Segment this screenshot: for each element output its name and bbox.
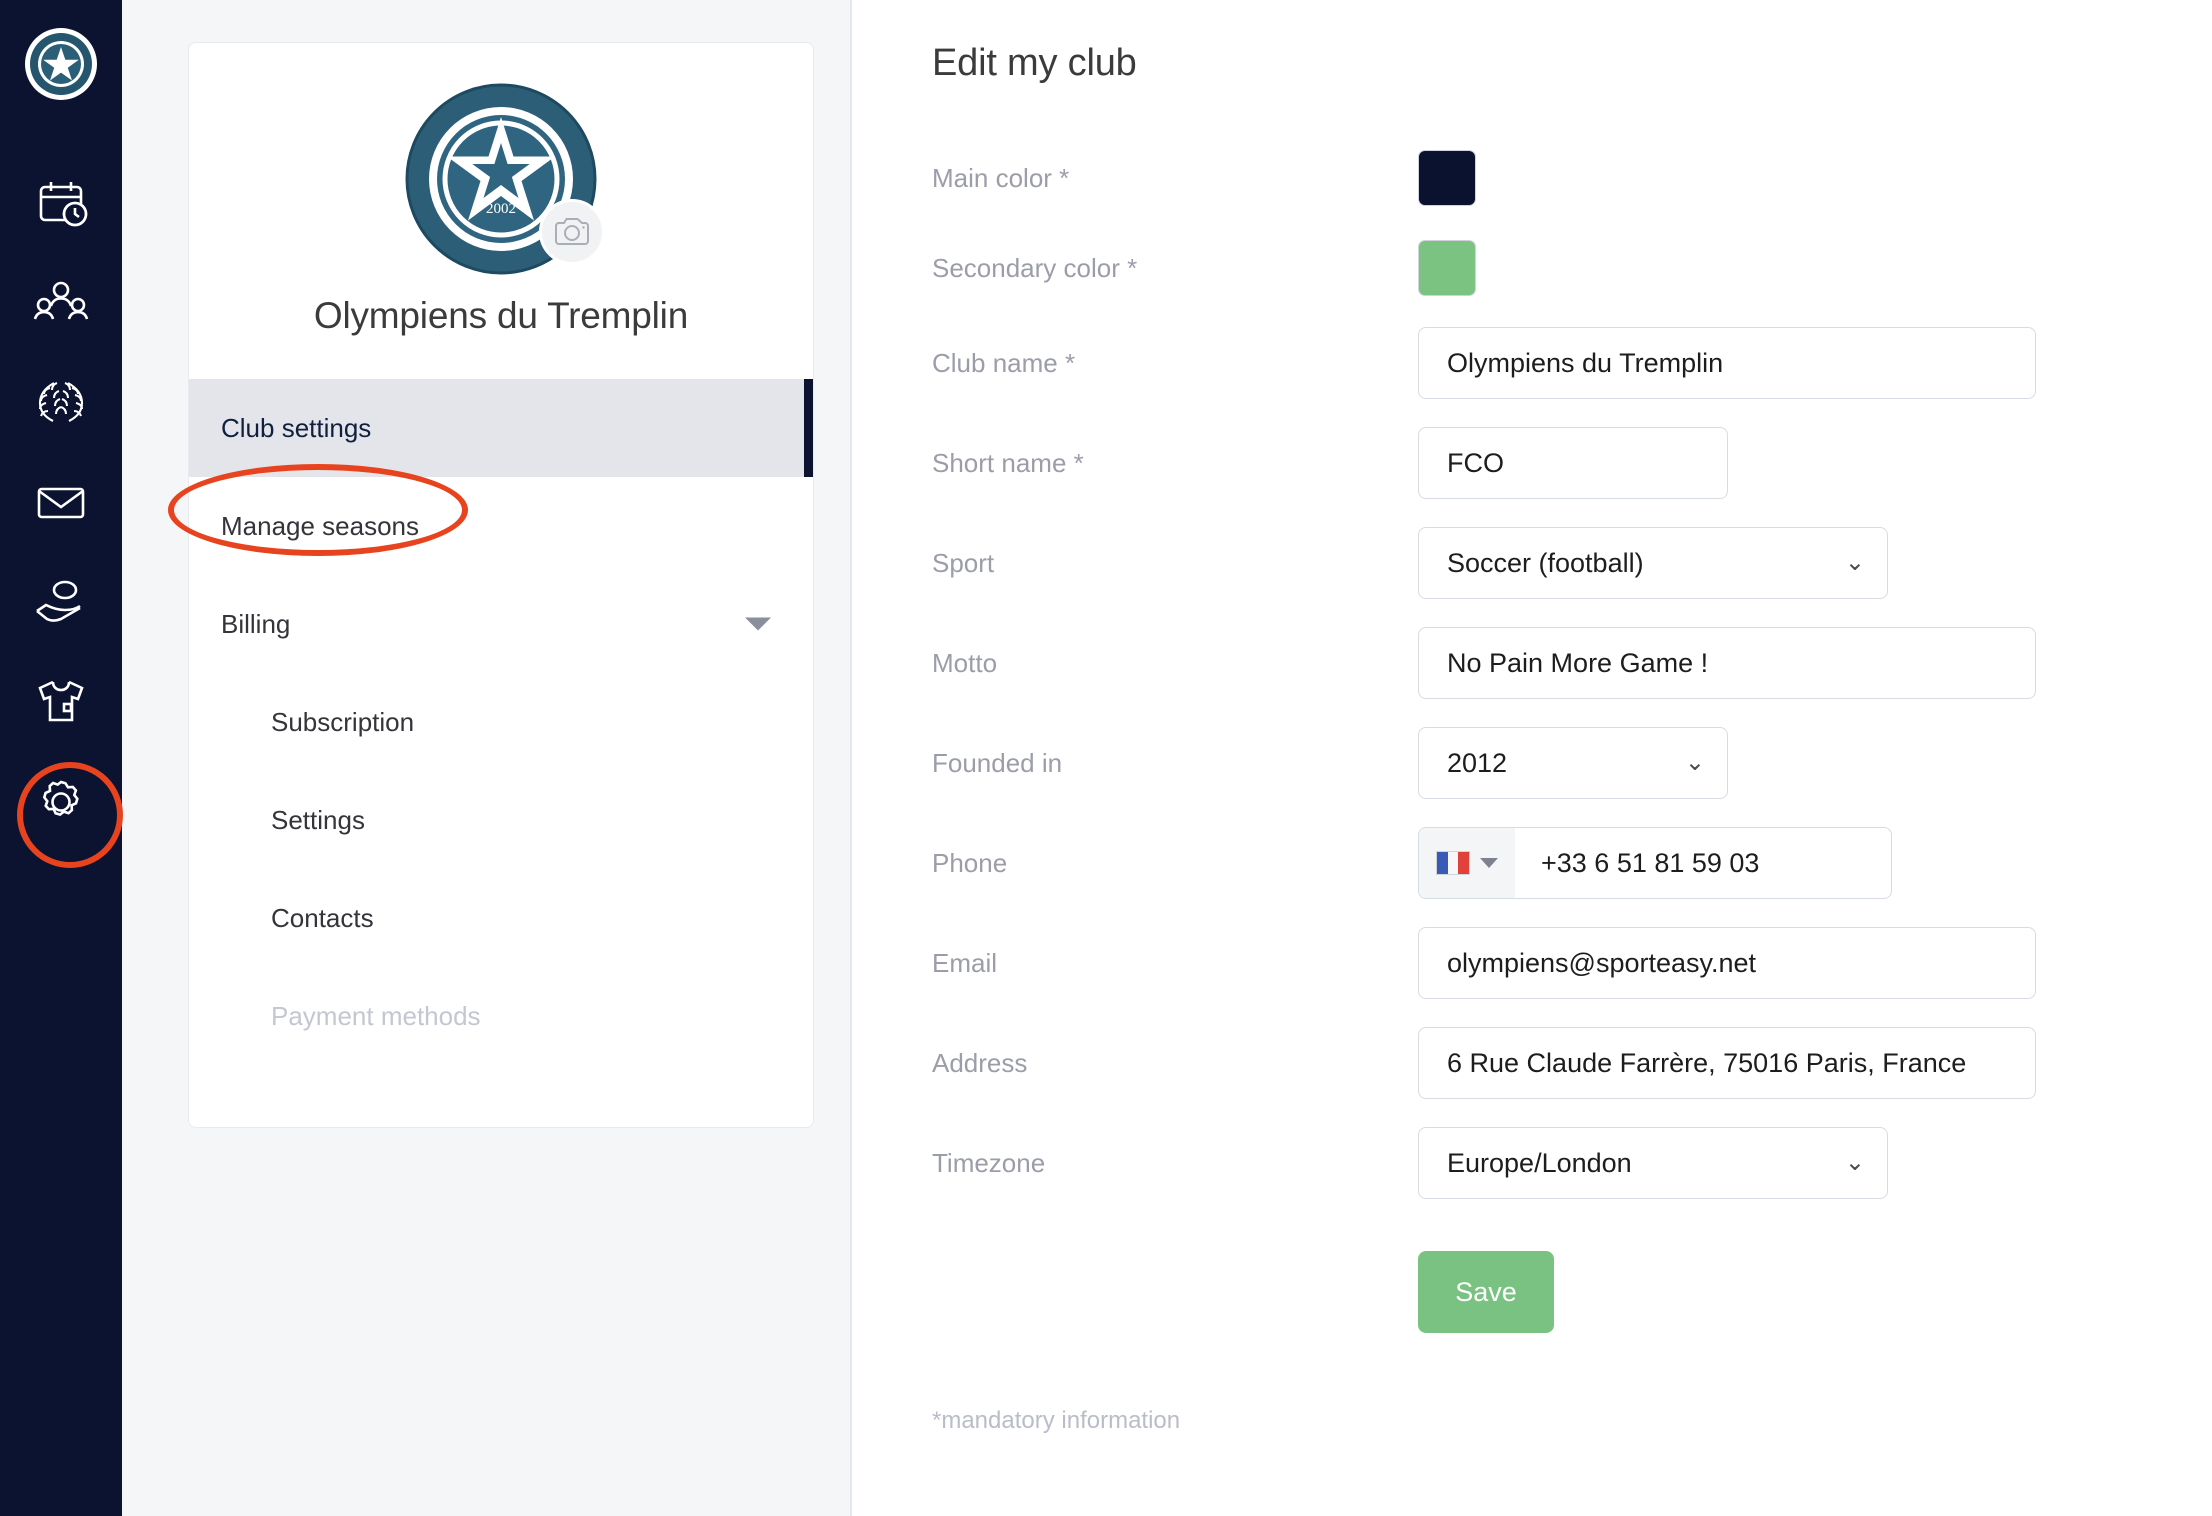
field-row-address: Address 6 Rue Claude Farrère, 75016 Pari… [932,1027,2212,1099]
club-panel-column: OLYMPIENS OLYMPIENS 2002 Olympiens du Tr… [122,0,852,1516]
menu-bottom-spacer [189,1065,813,1127]
secondary-color-swatch[interactable] [1418,240,1476,296]
menu-item-label: Payment methods [271,1000,481,1031]
hand-coin-icon [36,580,81,622]
menu-item-label: Settings [271,804,365,835]
club-name-value: Olympiens du Tremplin [1447,347,1724,378]
sport-select[interactable]: Soccer (football) ⌄ [1418,527,1888,599]
email-label: Email [932,947,998,978]
chevron-down-icon [745,617,771,631]
field-row-phone: Phone +33 6 51 81 59 03 [932,827,2212,899]
club-name-label: Club name * [932,347,1076,378]
menu-item-club-settings[interactable]: Club settings [189,379,813,477]
calendar-clock-icon [39,182,88,227]
menu-item-label: Club settings [221,412,372,443]
phone-label: Phone [932,847,1008,878]
founded-in-select[interactable]: 2012 ⌄ [1418,727,1728,799]
chevron-down-icon: ⌄ [1684,749,1705,776]
timezone-select[interactable]: Europe/London ⌄ [1418,1127,1888,1199]
short-name-label: Short name * [932,447,1084,478]
sidebar-item-payments[interactable] [0,552,122,652]
club-card: OLYMPIENS OLYMPIENS 2002 Olympiens du Tr… [188,42,814,1128]
field-row-club-name: Club name * Olympiens du Tremplin [932,327,2212,399]
menu-item-label: Manage seasons [221,510,420,541]
sport-value: Soccer (football) [1447,547,1644,578]
timezone-value: Europe/London [1447,1147,1632,1178]
field-row-main-color: Main color * [932,147,2212,209]
gear-settings-icon [42,780,79,817]
camera-icon [555,218,589,245]
sidebar-item-competitions[interactable] [0,352,122,452]
tshirt-jersey-icon [38,680,84,722]
short-name-input[interactable]: FCO [1418,427,1728,499]
email-input[interactable]: olympiens@sporteasy.net [1418,927,2036,999]
email-value: olympiens@sporteasy.net [1447,947,1757,978]
field-row-founded-in: Founded in 2012 ⌄ [932,727,2212,799]
field-row-sport: Sport Soccer (football) ⌄ [932,527,2212,599]
crest-year-text: 2002 [486,201,516,217]
phone-input[interactable]: +33 6 51 81 59 03 [1515,828,1891,898]
upload-logo-button[interactable] [539,199,605,265]
app-root: OLYMPIENS OLYMPIENS 2002 Olympiens du Tr… [0,0,2212,1516]
motto-label: Motto [932,647,998,678]
menu-item-contacts[interactable]: Contacts [189,869,813,967]
field-row-short-name: Short name * FCO [932,427,2212,499]
field-row-motto: Motto No Pain More Game ! [932,627,2212,699]
chevron-down-icon [1480,858,1498,868]
field-row-email: Email olympiens@sporteasy.net [932,927,2212,999]
sport-label: Sport [932,547,995,578]
save-row: Save [932,1251,2212,1333]
sidebar-item-members[interactable] [0,252,122,352]
menu-item-subscription[interactable]: Subscription [189,673,813,771]
short-name-value: FCO [1447,447,1504,478]
phone-country-select[interactable] [1419,828,1515,898]
sidebar-item-messages[interactable] [0,452,122,552]
founded-in-label: Founded in [932,747,1063,778]
sidebar-item-calendar[interactable] [0,152,122,252]
menu-item-manage-seasons[interactable]: Manage seasons [189,477,813,575]
motto-value: No Pain More Game ! [1447,647,1709,678]
primary-nav-rail [0,0,122,1516]
france-flag-icon [1436,851,1470,875]
timezone-label: Timezone [932,1147,1046,1178]
main-color-swatch[interactable] [1418,150,1476,206]
motto-input[interactable]: No Pain More Game ! [1418,627,2036,699]
menu-item-label: Contacts [271,902,374,933]
founded-in-value: 2012 [1447,747,1508,778]
address-input[interactable]: 6 Rue Claude Farrère, 75016 Paris, Franc… [1418,1027,2036,1099]
main-color-label: Main color * [932,162,1070,193]
club-name-input[interactable]: Olympiens du Tremplin [1418,327,2036,399]
menu-item-label: Subscription [271,706,415,737]
address-label: Address [932,1047,1028,1078]
chevron-down-icon: ⌄ [1844,1149,1865,1176]
club-settings-menu: Club settings Manage seasons Billing Sub… [189,379,813,1127]
sidebar-item-shop[interactable] [0,652,122,752]
page-title: Edit my club [932,42,1137,84]
menu-item-billing[interactable]: Billing [189,575,813,673]
edit-club-form: Edit my club Main color * Secondary colo… [852,0,2212,1516]
club-crest-icon [26,29,96,99]
club-name-heading: Olympiens du Tremplin [313,295,689,336]
sidebar-item-settings[interactable] [0,752,122,852]
crest-bottom-text: OLYMPIENS [405,83,569,88]
secondary-color-label: Secondary color * [932,252,1138,283]
members-group-icon [33,281,89,320]
club-logo-uploader[interactable]: OLYMPIENS OLYMPIENS 2002 [391,83,611,279]
menu-item-settings[interactable]: Settings [189,771,813,869]
laurel-wreath-icon [38,382,84,422]
brand-logo[interactable] [25,28,97,100]
mandatory-note: *mandatory information [932,1407,1181,1434]
field-row-secondary-color: Secondary color * [932,237,2212,299]
menu-item-payment-methods: Payment methods [189,967,813,1065]
mail-envelope-icon [37,487,85,519]
phone-value: +33 6 51 81 59 03 [1541,847,1760,878]
field-row-timezone: Timezone Europe/London ⌄ [932,1127,2212,1199]
phone-input-group: +33 6 51 81 59 03 [1418,827,1892,899]
address-value: 6 Rue Claude Farrère, 75016 Paris, Franc… [1447,1047,1967,1078]
save-button[interactable]: Save [1418,1251,1554,1333]
menu-item-label: Billing [221,608,291,639]
chevron-down-icon: ⌄ [1844,549,1865,576]
